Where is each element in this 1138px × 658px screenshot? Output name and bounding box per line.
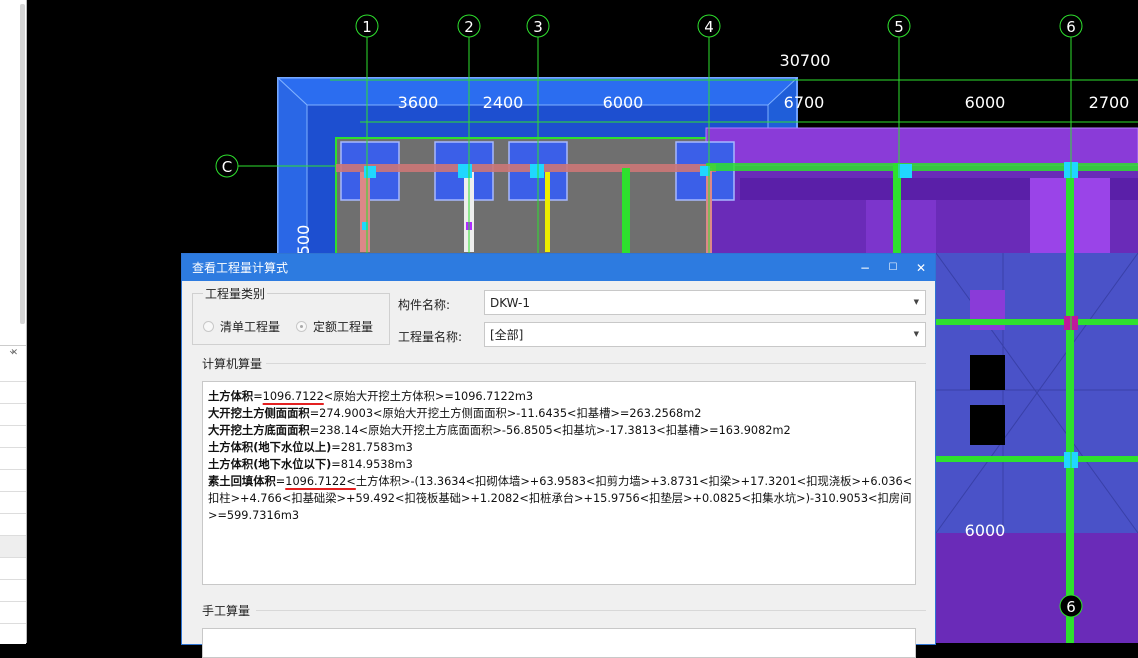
axis-label: 6 [1066, 18, 1076, 36]
axis-label: 3 [533, 18, 543, 36]
dimension-bottom: 6000 [965, 521, 1006, 540]
minimize-button[interactable]: − [851, 254, 879, 281]
quantity-name-label: 工程量名称: [398, 330, 463, 344]
quantity-name-select[interactable]: [全部] ▼ [484, 322, 926, 347]
quantity-type-group: 工程量类别 清单工程量 定额工程量 [192, 285, 390, 345]
close-button[interactable]: ✕ [907, 254, 935, 281]
axis-label: 5 [894, 18, 904, 36]
axis-label: 6 [1066, 598, 1076, 616]
left-grid: ⌄ ✕ [0, 345, 26, 644]
axis-label: 1 [362, 18, 372, 36]
radio-list-quantity[interactable]: 清单工程量 [203, 318, 280, 335]
dimension-span: 2700 [1089, 93, 1130, 112]
dimension-vertical: 500 [294, 225, 313, 256]
close-icon[interactable]: ✕ [10, 348, 18, 358]
manual-formula-textbox[interactable] [202, 628, 916, 658]
formula-line: 素土回填体积=1096.7122<土方体积>-(13.3634<扣砌体墙>+63… [208, 475, 913, 488]
radio-dot[interactable] [203, 321, 214, 332]
dimension-span: 2400 [483, 93, 524, 112]
component-name-label: 构件名称: [398, 298, 451, 312]
radio-label: 清单工程量 [220, 320, 281, 334]
dialog-title: 查看工程量计算式 [192, 261, 289, 275]
divider [256, 610, 926, 611]
dimension-span: 6000 [965, 93, 1006, 112]
dimension-span: 6000 [603, 93, 644, 112]
quantity-name-value: [全部] [490, 328, 524, 342]
dimension-span: 3600 [398, 93, 439, 112]
formula-line: 土方体积(地下水位以上)=281.7583m3 [208, 441, 413, 454]
left-panel-strip: ⌄ ✕ [0, 0, 27, 644]
quantity-type-legend: 工程量类别 [203, 285, 268, 302]
dropdown-arrow-icon[interactable]: ▼ [914, 298, 919, 306]
maximize-button[interactable]: ☐ [879, 254, 907, 281]
dropdown-arrow-icon[interactable]: ▼ [914, 330, 919, 338]
dialog-titlebar[interactable]: 查看工程量计算式 − ☐ ✕ [182, 254, 935, 281]
left-scrollbar[interactable] [20, 4, 25, 324]
radio-label: 定额工程量 [313, 320, 374, 334]
formula-line: >=599.7316m3 [208, 509, 300, 522]
formula-line: 扣柱>+4.766<扣基础梁>+59.492<扣筏板基础>+1.2082<扣桩承… [208, 492, 912, 505]
formula-line: 土方体积=1096.7122<原始大开挖土方体积>=1096.7122m3 [208, 390, 534, 403]
axis-label: 2 [464, 18, 474, 36]
formula-line: 大开挖土方侧面面积=274.9003<原始大开挖土方侧面面积>-11.6435<… [208, 407, 702, 420]
axis-label: C [222, 158, 232, 176]
component-name-select[interactable]: DKW-1 ▼ [484, 290, 926, 315]
dimension-span: 6700 [784, 93, 825, 112]
manual-section-label: 手工算量 [202, 604, 251, 618]
quantity-formula-dialog: 查看工程量计算式 − ☐ ✕ 工程量类别 清单工程量 定额工程量 构件名称: D… [181, 253, 936, 658]
formula-line: 大开挖土方底面面积=238.14<原始大开挖土方底面面积>-56.8505<扣基… [208, 424, 791, 437]
formula-textbox[interactable]: 土方体积=1096.7122<原始大开挖土方体积>=1096.7122m3 大开… [202, 381, 916, 585]
radio-dot-selected[interactable] [296, 321, 307, 332]
formula-line: 土方体积(地下水位以下)=814.9538m3 [208, 458, 413, 471]
component-name-value: DKW-1 [490, 295, 531, 310]
divider [266, 363, 926, 364]
purple-area-top [705, 127, 1138, 167]
dimension-total: 30700 [780, 51, 831, 70]
axis-label: 4 [704, 18, 714, 36]
radio-quota-quantity[interactable]: 定额工程量 [296, 318, 373, 335]
computer-section-label: 计算机算量 [202, 357, 263, 371]
